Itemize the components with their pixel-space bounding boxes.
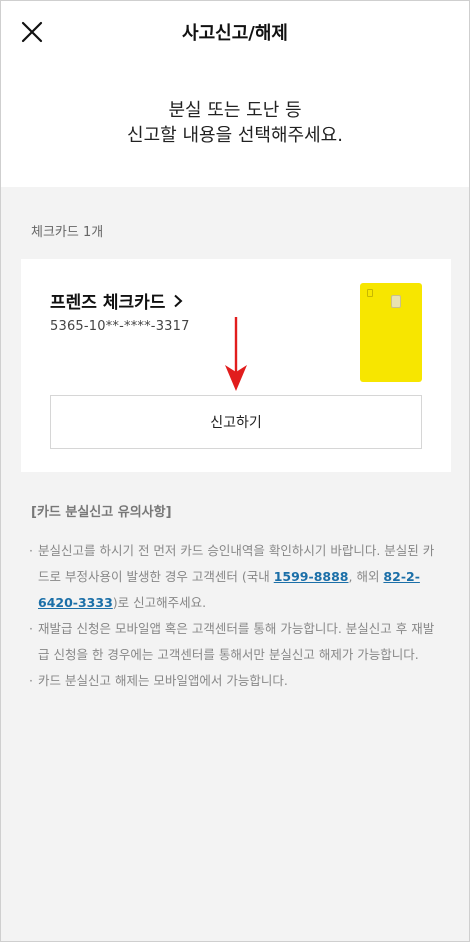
screen: 사고신고/해제 분실 또는 도난 등 신고할 내용을 선택해주세요. 체크카드 … xyxy=(0,0,470,942)
card-count-label: 체크카드 1개 xyxy=(31,225,104,240)
notice-item: 카드 분실신고 해제는 모바일앱에서 가능합니다. xyxy=(29,668,445,694)
card-detail-link[interactable]: 프렌즈 체크카드 xyxy=(50,288,183,313)
report-button[interactable]: 신고하기 xyxy=(50,395,422,449)
notice-title: [카드 분실신고 유의사항] xyxy=(31,505,172,520)
chevron-right-icon xyxy=(174,294,183,307)
card-number: 5365-10**-****-3317 xyxy=(50,319,190,334)
card-image xyxy=(360,283,422,382)
arrow-down-icon xyxy=(225,317,247,391)
notice-item: 분실신고를 하시기 전 먼저 카드 승인내역을 확인하시기 바랍니다. 분실된 … xyxy=(29,538,445,616)
card-name: 프렌즈 체크카드 xyxy=(50,293,166,313)
intro-line-2: 신고할 내용을 선택해주세요. xyxy=(127,125,343,146)
notice-list: 분실신고를 하시기 전 먼저 카드 승인내역을 확인하시기 바랍니다. 분실된 … xyxy=(29,538,445,694)
page-title: 사고신고/해제 xyxy=(182,23,288,44)
intro-line-1: 분실 또는 도난 등 xyxy=(168,100,302,121)
domestic-phone-link[interactable]: 1599-8888 xyxy=(274,569,349,584)
card-item: 프렌즈 체크카드 5365-10**-****-3317 신고하기 xyxy=(21,259,451,472)
card-chip xyxy=(391,295,401,308)
notice-item: 재발급 신청은 모바일앱 혹은 고객센터를 통해 가능합니다. 분실신고 후 재… xyxy=(29,616,445,668)
header: 사고신고/해제 xyxy=(1,1,469,65)
card-logo-mark xyxy=(367,289,373,297)
intro-message: 분실 또는 도난 등 신고할 내용을 선택해주세요. xyxy=(1,65,469,187)
